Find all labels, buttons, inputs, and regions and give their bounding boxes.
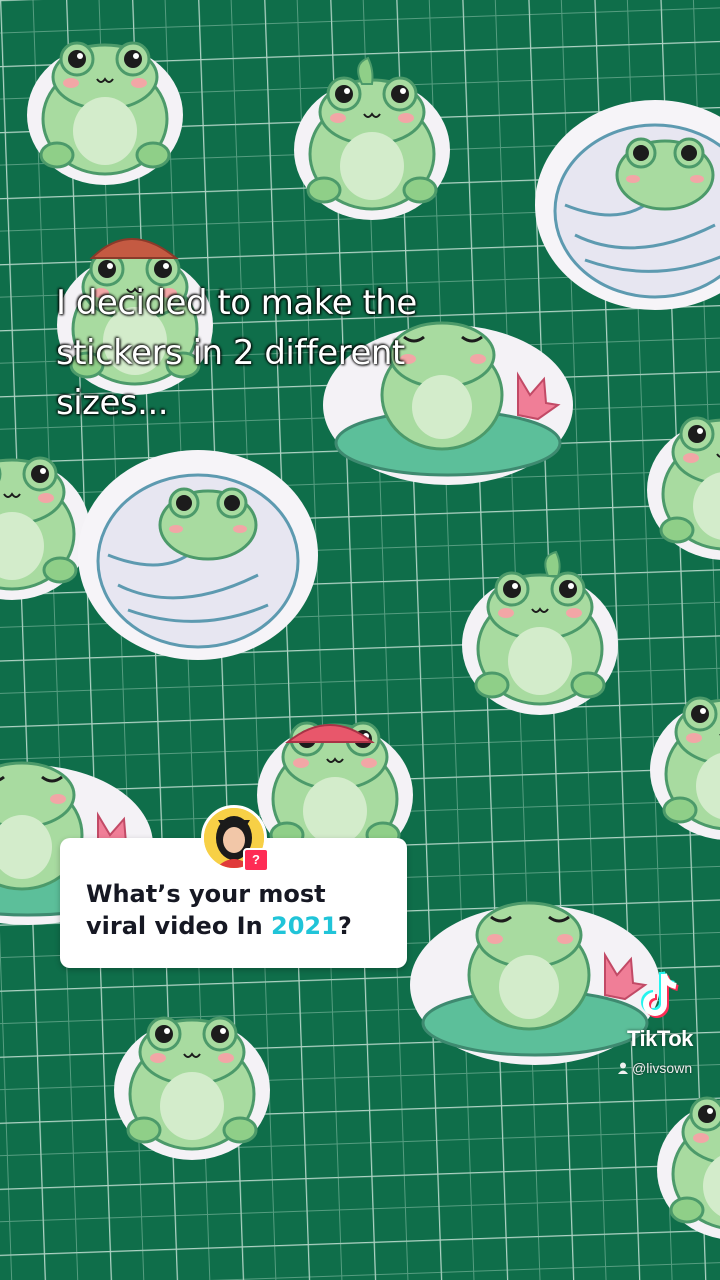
question-text-end: ?: [337, 912, 352, 940]
user-icon: [618, 1062, 628, 1074]
question-badge-icon: ?: [243, 848, 269, 872]
tiktok-wordmark: TikTok: [627, 1026, 693, 1051]
cutting-mat-background: [0, 0, 720, 1280]
caption-line-3: sizes...: [56, 383, 169, 423]
tiktok-note-icon: [641, 971, 679, 1018]
caption-line-1: I decided to make the: [56, 283, 417, 323]
creator-username: @livsown: [618, 1060, 692, 1076]
creator-username-text: @livsown: [632, 1060, 693, 1076]
question-year: 2021: [271, 912, 338, 940]
question-text: What’s your most viral video In 2021?: [86, 878, 386, 942]
caption-line-2: stickers in 2 different: [56, 333, 405, 373]
video-caption: I decided to make the stickers in 2 diff…: [56, 278, 486, 428]
